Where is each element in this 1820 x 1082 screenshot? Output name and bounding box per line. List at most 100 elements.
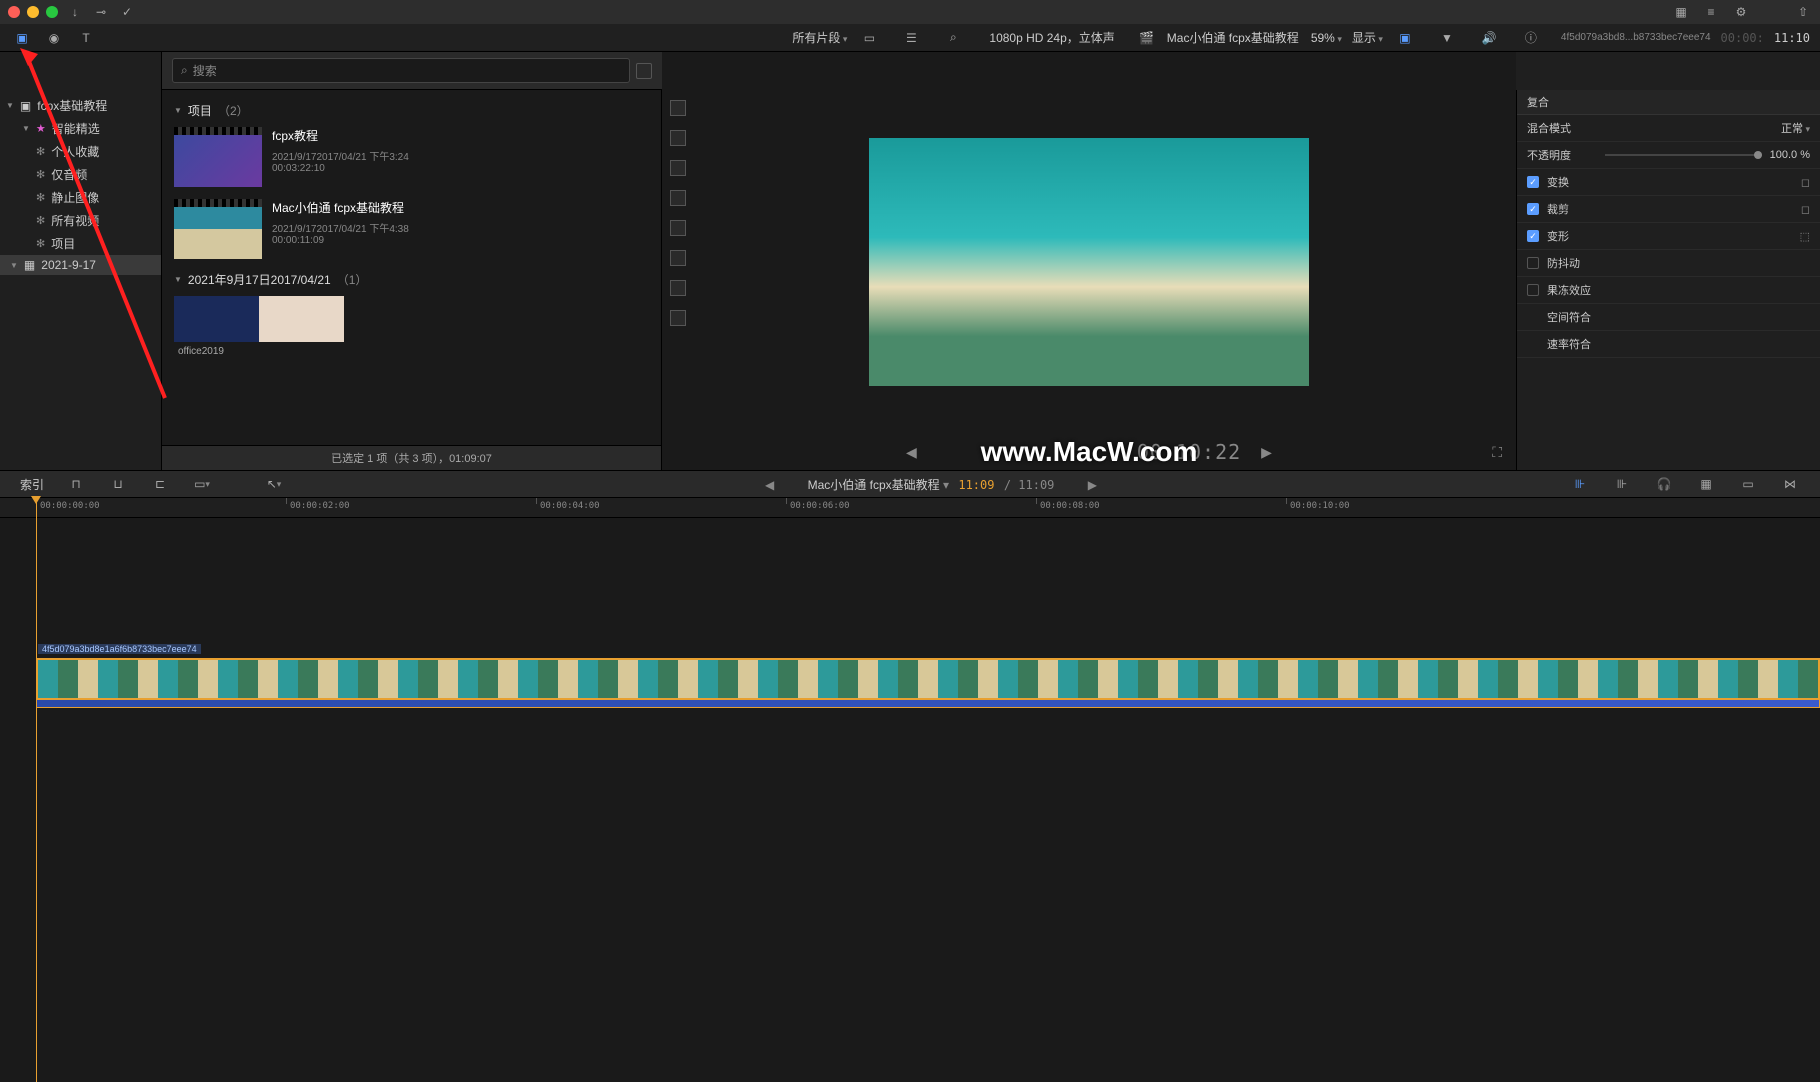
viewer-tool-icon[interactable] [670, 100, 686, 116]
snapping-icon[interactable]: ▦ [1694, 472, 1718, 496]
overlay-icon[interactable]: ▭ [190, 472, 214, 496]
inspector-row-blend-mode[interactable]: 混合模式 正常 [1517, 115, 1820, 142]
viewer[interactable] [662, 90, 1516, 434]
sidebar-item-projects[interactable]: ✻ 项目 [0, 232, 161, 255]
sidebar-item-audio-only[interactable]: ✻ 仅音频 [0, 163, 161, 186]
checkbox-icon[interactable]: ✓ [1527, 230, 1539, 242]
viewer-tool-icon[interactable] [670, 190, 686, 206]
chevron-down-icon: ▼ [174, 106, 182, 115]
next-frame-icon[interactable]: ▶ [1261, 444, 1272, 461]
fullscreen-icon[interactable]: ⛶ [1492, 444, 1502, 461]
minimize-button[interactable] [27, 6, 39, 18]
import-icon[interactable]: ↓ [66, 3, 84, 21]
connect-icon[interactable]: ⊓ [64, 472, 88, 496]
ruler-mark: 00:00:02:00 [290, 501, 350, 511]
timeline[interactable]: 00:00:00:00 00:00:02:00 00:00:04:00 00:0… [0, 498, 1820, 1082]
clip-item[interactable]: office2019 [174, 296, 649, 357]
close-button[interactable] [8, 6, 20, 18]
select-tool-icon[interactable]: ↖ [262, 472, 286, 496]
timeline-toolbar: 索引 ⊓ ⊔ ⊏ ▭ ↖ ◀ Mac小伯通 fcpx基础教程 ▾ 11:09 /… [0, 470, 1820, 498]
project-item[interactable]: Mac小伯通 fcpx基础教程 2021/9/172017/04/21 下午4:… [174, 199, 649, 259]
viewer-tool-icon[interactable] [670, 160, 686, 176]
prev-edit-icon[interactable]: ◀ [765, 478, 774, 492]
viewer-tool-icon[interactable] [670, 250, 686, 266]
viewer-canvas [869, 138, 1309, 386]
crop-icon[interactable]: ◻ [1801, 203, 1810, 216]
skimming-icon[interactable]: ⊪ [1568, 472, 1592, 496]
titles-icon[interactable]: T [74, 26, 98, 50]
timeline-current-tc: 11:09 [958, 478, 994, 492]
inspector-row-stabilize[interactable]: 防抖动 [1517, 250, 1820, 277]
effects-icon[interactable]: ▭ [1736, 472, 1760, 496]
inspector-row-spatial-conform[interactable]: 空间符合 [1517, 304, 1820, 331]
inspector-row-transform[interactable]: ✓ 变换 ◻ [1517, 169, 1820, 196]
info-inspector-icon[interactable]: ⓘ [1519, 26, 1543, 50]
grid-view-icon[interactable]: ▦ [1672, 3, 1690, 21]
zoom-dropdown[interactable]: 59% [1311, 31, 1342, 45]
gear-icon: ✻ [36, 168, 45, 181]
playhead[interactable] [36, 498, 37, 1082]
sidebar-item-favorites[interactable]: ✻ 个人收藏 [0, 140, 161, 163]
maximize-button[interactable] [46, 6, 58, 18]
timeline-clip[interactable] [36, 658, 1820, 700]
solo-icon[interactable]: 🎧 [1652, 472, 1676, 496]
checkbox-icon[interactable]: ✓ [1527, 176, 1539, 188]
inspector-row-opacity[interactable]: 不透明度 100.0 % [1517, 142, 1820, 169]
sidebar-item-all-video[interactable]: ✻ 所有视频 [0, 209, 161, 232]
sidebar-item-smart[interactable]: ▼ ★ 智能精选 [0, 117, 161, 140]
share-icon[interactable]: ⇧ [1794, 3, 1812, 21]
audio-skim-icon[interactable]: ⊪ [1610, 472, 1634, 496]
inspector-row-rolling-shutter[interactable]: 果冻效应 [1517, 277, 1820, 304]
insert-icon[interactable]: ⊔ [106, 472, 130, 496]
inspector-row-distort[interactable]: ✓ 变形 ⬚ [1517, 223, 1820, 250]
append-icon[interactable]: ⊏ [148, 472, 172, 496]
project-item[interactable]: fcpx教程 2021/9/172017/04/21 下午3:24 00:03:… [174, 127, 649, 187]
filmstrip-icon[interactable]: ▭ [857, 26, 881, 50]
timeline-title[interactable]: Mac小伯通 fcpx基础教程 [808, 478, 940, 492]
transform-icon[interactable]: ◻ [1801, 176, 1810, 189]
toolbar: ▣ ◉ T 所有片段 ▭ ☰ ⌕ 1080p HD 24p，立体声 🎬 Mac小… [0, 24, 1820, 52]
list-view-icon[interactable]: ≡ [1702, 3, 1720, 21]
index-button[interactable]: 索引 [10, 473, 54, 496]
checkbox-icon[interactable] [1527, 284, 1539, 296]
clips-filter-dropdown[interactable]: 所有片段 [792, 29, 847, 46]
video-inspector-icon[interactable]: ▣ [1393, 26, 1417, 50]
chevron-down-icon: ▼ [10, 261, 18, 270]
transitions-icon[interactable]: ⋈ [1778, 472, 1802, 496]
checkbox-icon[interactable] [1527, 257, 1539, 269]
next-edit-icon[interactable]: ▶ [1088, 478, 1097, 492]
sidebar-item-library[interactable]: ▼ ▣ fcpx基础教程 [0, 94, 161, 117]
audio-inspector-icon[interactable]: 🔊 [1477, 26, 1501, 50]
keyword-icon[interactable]: ⊸ [92, 3, 110, 21]
photos-icon[interactable]: ◉ [42, 26, 66, 50]
inspector-row-rate-conform[interactable]: 速率符合 [1517, 331, 1820, 358]
blend-mode-dropdown[interactable]: 正常 [1781, 120, 1810, 136]
section-projects[interactable]: ▼ 项目 （2） [174, 102, 649, 119]
inspector-row-crop[interactable]: ✓ 裁剪 ◻ [1517, 196, 1820, 223]
opacity-slider[interactable] [1605, 154, 1762, 156]
sidebar-item-stills[interactable]: ✻ 静止图像 [0, 186, 161, 209]
timeline-ruler[interactable]: 00:00:00:00 00:00:02:00 00:00:04:00 00:0… [0, 498, 1820, 518]
viewer-tool-icon[interactable] [670, 280, 686, 296]
list-icon[interactable]: ☰ [899, 26, 923, 50]
viewer-tool-icon[interactable] [670, 130, 686, 146]
prev-frame-icon[interactable]: ◀ [906, 444, 917, 461]
library-icon[interactable]: ▣ [10, 26, 34, 50]
viewer-tool-icon[interactable] [670, 220, 686, 236]
search-input[interactable]: ⌕ 搜索 [172, 58, 630, 83]
background-tasks-icon[interactable]: ✓ [118, 3, 136, 21]
clip-title: office2019 [178, 346, 649, 357]
filter-inspector-icon[interactable]: ▼ [1435, 26, 1459, 50]
titlebar: ↓ ⊸ ✓ ▦ ≡ ⚙ ⇧ [0, 0, 1820, 24]
gear-icon: ✻ [36, 191, 45, 204]
distort-icon[interactable]: ⬚ [1800, 230, 1810, 243]
calendar-icon[interactable] [636, 63, 652, 79]
section-date[interactable]: ▼ 2021年9月17日2017/04/21 （1） [174, 271, 649, 288]
display-dropdown[interactable]: 显示 [1352, 29, 1383, 46]
viewer-tool-icon[interactable] [670, 310, 686, 326]
search-icon[interactable]: ⌕ [941, 26, 965, 50]
ruler-mark: 00:00:08:00 [1040, 501, 1100, 511]
adjustments-icon[interactable]: ⚙ [1732, 3, 1750, 21]
sidebar-item-event[interactable]: ▼ ▦ 2021-9-17 [0, 255, 161, 275]
checkbox-icon[interactable]: ✓ [1527, 203, 1539, 215]
